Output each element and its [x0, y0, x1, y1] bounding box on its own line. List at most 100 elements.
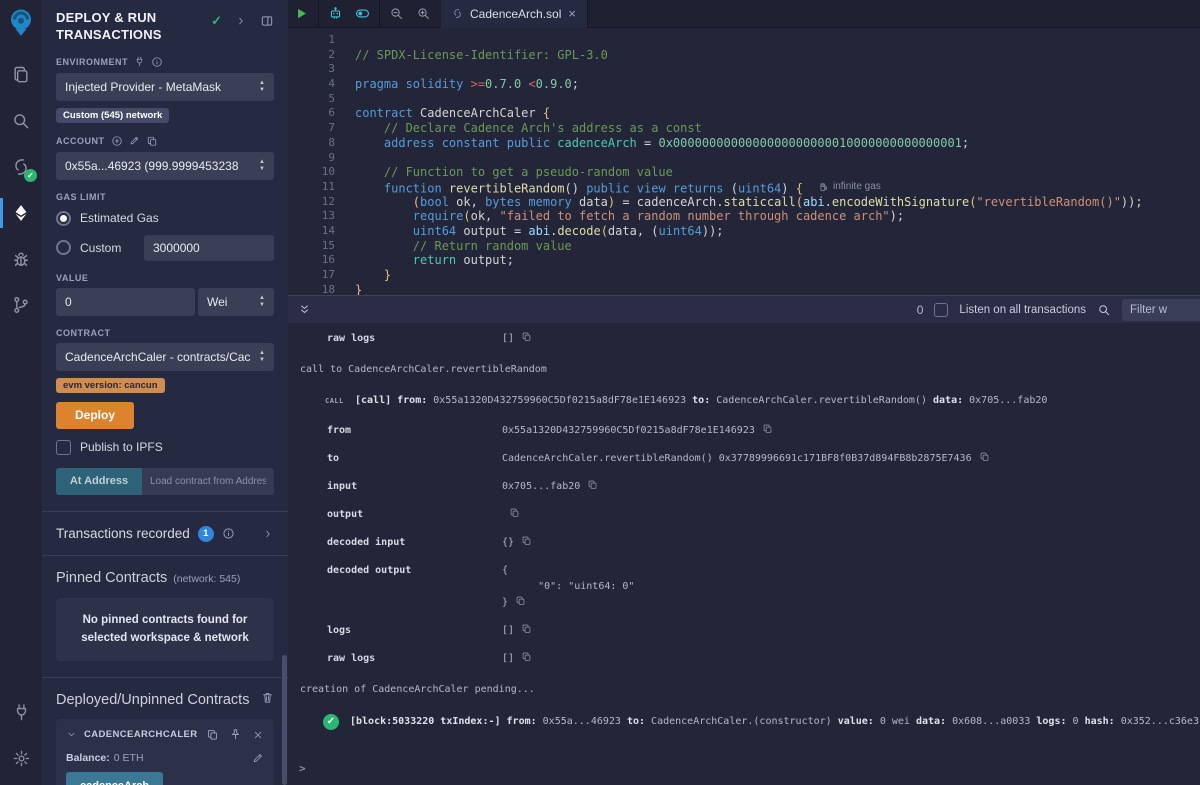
toolbar-separator — [318, 0, 319, 28]
line-number: 5 — [288, 92, 355, 107]
terminal-log-entry: input0x705...fab20 — [288, 479, 1200, 495]
pinned-network-label: (network: 545) — [173, 573, 240, 585]
infinite-gas-hint: infinite gas — [819, 180, 881, 195]
contract-select[interactable]: CadenceArchCaler - contracts/Cac ▲ ▼ — [56, 343, 274, 371]
terminal-log: raw logs[]call to CadenceArchCaler.rever… — [288, 331, 1200, 730]
copy-icon[interactable] — [587, 479, 598, 490]
code-line-12: 12 (bool ok, bytes memory data) = cadenc… — [288, 195, 1200, 210]
edit-account-icon[interactable] — [129, 135, 140, 146]
deploy-run-panel: DEPLOY & RUN TRANSACTIONS ✓ ENVIRONMENT … — [42, 0, 289, 785]
remixai-assistant-icon[interactable] — [322, 0, 349, 28]
sidebar-bottom-icons — [0, 689, 42, 781]
collapse-terminal-icon[interactable] — [298, 303, 311, 316]
copy-icon[interactable] — [521, 331, 532, 342]
copy-icon[interactable] — [509, 507, 520, 518]
copy-icon[interactable] — [515, 595, 526, 611]
custom-gas-radio[interactable] — [56, 240, 71, 255]
terminal[interactable]: raw logs[]call to CadenceArchCaler.rever… — [288, 323, 1200, 785]
remix-logo-icon[interactable] — [6, 7, 36, 40]
estimated-gas-radio[interactable] — [56, 211, 71, 226]
collapse-contract-icon[interactable] — [66, 729, 77, 740]
pin-contract-icon[interactable] — [229, 728, 242, 741]
custom-gas-input[interactable] — [144, 235, 274, 261]
transactions-recorded-label: Transactions recorded — [56, 526, 190, 541]
terminal-log-entry: ✓[block:5033220 txIndex:-] from: 0x55a..… — [323, 714, 1200, 730]
panel-title: DEPLOY & RUN TRANSACTIONS — [56, 10, 206, 44]
copy-icon[interactable] — [979, 451, 990, 462]
toolbar-separator — [379, 0, 380, 28]
terminal-filter-input[interactable] — [1122, 299, 1200, 321]
code-editor[interactable]: 12// SPDX-License-Identifier: GPL-3.034p… — [288, 28, 1200, 295]
line-number: 7 — [288, 121, 355, 136]
divider — [42, 677, 288, 678]
environment-info-icon[interactable] — [151, 56, 163, 68]
zoom-out-icon[interactable] — [383, 0, 410, 28]
code-line-9: 9 — [288, 151, 1200, 166]
add-account-icon[interactable] — [111, 135, 123, 147]
line-number: 8 — [288, 136, 355, 151]
clear-contracts-trash-icon[interactable] — [261, 691, 274, 704]
remix-ide-window: ✓ DEPLOY & RUN TRANSACTIONS ✓ ENVIRONMEN… — [0, 0, 1200, 785]
environment-select[interactable]: Injected Provider - MetaMask ▲ ▼ — [56, 73, 274, 101]
code-text: pragma solidity >=0.7.0 <0.9.0; — [355, 77, 579, 92]
line-number: 2 — [288, 48, 355, 63]
code-line-6: 6contract CadenceArchCaler { — [288, 106, 1200, 121]
remove-contract-icon[interactable] — [252, 728, 264, 741]
run-script-icon[interactable] — [288, 0, 315, 28]
publish-ipfs-label: Publish to IPFS — [80, 440, 163, 454]
sidebar-item-debugger[interactable] — [0, 236, 42, 282]
edit-balance-icon[interactable] — [252, 752, 264, 764]
code-line-7: 7 // Declare Cadence Arch's address as a… — [288, 121, 1200, 136]
sidebar-item-settings[interactable] — [0, 735, 42, 781]
copy-icon[interactable] — [762, 423, 773, 434]
terminal-search-icon[interactable] — [1097, 303, 1111, 317]
terminal-log-entry: from0x55a1320D432759960C5Df0215a8dF78e1E… — [288, 423, 1200, 439]
panel-scrollbar[interactable] — [282, 655, 287, 785]
copy-account-icon[interactable] — [146, 135, 158, 147]
line-number: 1 — [288, 33, 355, 48]
deploy-button[interactable]: Deploy — [56, 402, 134, 429]
sidebar-item-git[interactable] — [0, 282, 42, 328]
at-address-input[interactable] — [142, 468, 274, 495]
copy-address-icon[interactable] — [206, 728, 219, 741]
publish-ipfs-checkbox[interactable] — [56, 440, 71, 455]
zoom-in-icon[interactable] — [410, 0, 437, 28]
transactions-info-icon[interactable] — [222, 527, 235, 540]
sidebar-item-search[interactable] — [0, 98, 42, 144]
environment-plug-icon[interactable] — [134, 56, 145, 67]
value-unit-select[interactable]: Wei ▲ ▼ — [198, 288, 274, 316]
terminal-log-entry: decoded output{ "0": "uint64: 0"} — [288, 563, 1200, 611]
divider — [42, 555, 288, 556]
terminal-count: 0 — [917, 303, 924, 317]
at-address-button[interactable]: At Address — [56, 468, 142, 495]
sidebar-item-plugin-manager[interactable] — [0, 689, 42, 735]
stepper-icon: ▲ ▼ — [259, 295, 265, 308]
custom-gas-option: Custom — [80, 241, 121, 255]
contract-method-button-cadencearch[interactable]: cadenceArch — [66, 772, 163, 785]
code-text: uint64 output = abi.decode(data, (uint64… — [355, 224, 724, 239]
toggle-widget-icon[interactable] — [349, 0, 376, 28]
sidebar-item-file-explorer[interactable] — [0, 52, 42, 98]
line-number: 15 — [288, 239, 355, 254]
tab-cadencearch-sol[interactable]: CadenceArch.sol × — [441, 0, 588, 28]
balance-value: 0 ETH — [114, 752, 144, 764]
sidebar-item-solidity-compiler[interactable]: ✓ — [0, 144, 42, 190]
terminal-prompt[interactable]: > — [299, 762, 306, 775]
code-line-10: 10 // Function to get a pseudo-random va… — [288, 165, 1200, 180]
listen-all-transactions-checkbox[interactable] — [934, 303, 948, 317]
expand-panel-icon[interactable] — [235, 15, 247, 27]
evm-version-badge: evm version: cancun — [56, 378, 165, 393]
copy-icon[interactable] — [521, 623, 532, 634]
copy-icon[interactable] — [521, 651, 532, 662]
sidebar-item-deploy-and-run[interactable] — [0, 190, 42, 236]
close-tab-icon[interactable]: × — [568, 6, 576, 21]
account-select[interactable]: 0x55a...46923 (999.9999453238 ▲ ▼ — [56, 152, 274, 180]
value-input[interactable] — [56, 288, 195, 316]
stepper-icon: ▲ ▼ — [259, 80, 265, 93]
pin-panel-icon[interactable] — [260, 14, 274, 28]
line-number: 6 — [288, 106, 355, 121]
deployed-contract-card: CADENCEARCHCALER AT 0) Balance: 0 ETH ca… — [56, 719, 274, 785]
transactions-expand-icon[interactable] — [262, 528, 274, 540]
copy-icon[interactable] — [521, 535, 532, 546]
terminal-log-entry: toCadenceArchCaler.revertibleRandom() 0x… — [288, 451, 1200, 467]
